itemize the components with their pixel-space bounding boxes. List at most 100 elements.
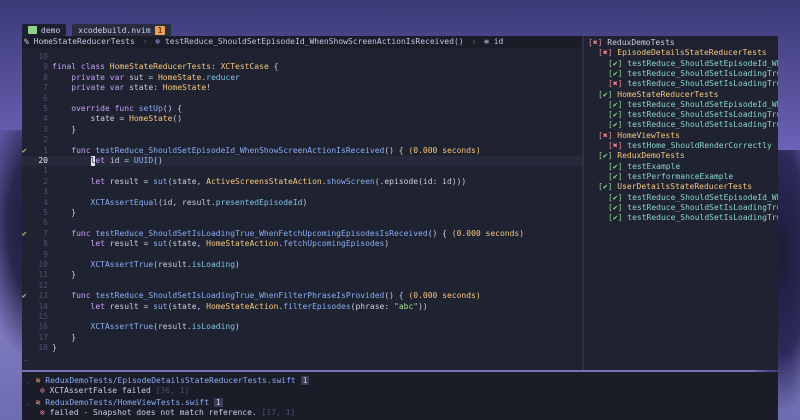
test-tree-item-test[interactable]: [✖] testHome_ShouldRenderCorrectly	[608, 141, 772, 151]
code-line[interactable]: 6	[22, 218, 582, 228]
code-line[interactable]: 9 final class HomeStateReducerTests: XCTe…	[22, 62, 582, 72]
test-tree-item-test[interactable]: [✔] testReduce_ShouldSetIsLoadingTrue_	[608, 110, 778, 120]
code-line[interactable]: 17 }	[22, 333, 582, 343]
code-line[interactable]: 6	[22, 94, 582, 104]
test-passed-icon: [✔]	[608, 202, 628, 212]
line-number: 15	[38, 312, 48, 321]
code-line[interactable]: 11 }	[22, 270, 582, 280]
chevron-down-icon[interactable]: ⌄	[26, 398, 36, 407]
code-line[interactable]: 10 XCTAssertTrue(result.isLoading)	[22, 260, 582, 270]
code-line[interactable]: ✔ 7 func testReduce_ShouldSetIsLoadingTru…	[22, 229, 582, 239]
line-number: 10	[38, 52, 48, 61]
breadcrumb-file[interactable]: HomeStateReducerTests	[34, 37, 135, 46]
code-line[interactable]: 5 }	[22, 208, 582, 218]
code-line[interactable]: 3	[22, 187, 582, 197]
code-token: (0.000 seconds)	[451, 228, 525, 238]
test-passed-icon: [✔]	[598, 151, 618, 161]
test-tree-item-class[interactable]: [✔] HomeStateReducerTests	[598, 90, 718, 100]
code-line[interactable]: 12	[22, 281, 582, 291]
test-passed-icon: [✔]	[608, 192, 628, 202]
test-tree-item-root[interactable]: [✖] ReduxDemoTests	[588, 38, 675, 48]
diagnostic-count-badge: 1	[213, 398, 223, 407]
diagnostic-file-row[interactable]: ⌄ ≋ ReduxDemoTests/HomeViewTests.swift 1	[26, 398, 223, 408]
test-tree-item-test[interactable]: [✔] testPerformanceExample	[608, 172, 733, 182]
code-token: showScreen	[326, 176, 375, 186]
code-line[interactable]: 20 let id = UUID()	[22, 156, 582, 166]
code-line[interactable]: 8 let result = sut(state, HomeStateActio…	[22, 239, 582, 249]
code-line[interactable]: 1	[22, 166, 582, 176]
code-token: XCTAssertEqual	[52, 197, 158, 207]
test-tree-item-test[interactable]: [✔] testReduce_ShouldSetEpisodeId_When	[608, 100, 778, 110]
code-line[interactable]: 10	[22, 52, 582, 62]
code-line[interactable]: 16 XCTAssertTrue(result.isLoading)	[22, 322, 582, 332]
code-line[interactable]: 9	[22, 250, 582, 260]
chevron-right-icon: ›	[142, 37, 148, 46]
test-passed-icon: [✔]	[608, 110, 628, 120]
error-icon: ⊗	[40, 408, 50, 417]
test-tree-item-test[interactable]: [✔] testReduce_ShouldSetIsLoadingTrue_	[608, 69, 778, 79]
line-number: 8	[43, 239, 48, 249]
diagnostic-message-row[interactable]: ⊗ XCTAssertFalse failed [36, 1]	[40, 386, 189, 396]
code-token: setUp	[138, 104, 163, 113]
code-line[interactable]: 4 state = HomeState()	[22, 114, 582, 124]
test-tree-item-test[interactable]: [✔] testReduce_ShouldSetIsLoadingTrue_	[608, 120, 778, 130]
code-token: UUID	[133, 156, 154, 165]
code-text: XCTAssertTrue(result.isLoading)	[52, 260, 240, 270]
test-tree-item-test[interactable]: [✔] testReduce_ShouldSetIsLoadingTrue_	[608, 213, 778, 223]
code-token: sut =	[129, 72, 158, 82]
tab-demo[interactable]: demo	[22, 24, 67, 36]
code-line[interactable]: 14 let result = sut(state, HomeStateActi…	[22, 302, 582, 312]
code-text: final class HomeStateReducerTests: XCTes…	[52, 62, 278, 72]
test-tree-label: ReduxDemoTests	[607, 38, 675, 47]
code-text: }	[52, 270, 76, 280]
test-tree-item-test[interactable]: [✖] testReduce_ShouldSetIsLoadingTrue_	[608, 79, 778, 89]
breadcrumb-symbol[interactable]: testReduce_ShouldSetEpisodeId_WhenShowSc…	[165, 37, 464, 46]
code-text: let id = UUID()	[52, 156, 163, 166]
diagnostic-file-row[interactable]: ⌄ ≋ ReduxDemoTests/EpisodeDetailsStateRe…	[26, 376, 310, 386]
code-line[interactable]: ✔ 1 func testReduce_ShouldSetEpisodeId_Wh…	[22, 146, 582, 156]
code-line[interactable]: 2 let result = sut(state, ActiveScreensS…	[22, 177, 582, 187]
code-line[interactable]: ✔ 13 func testReduce_ShouldSetIsLoadingTr…	[22, 291, 582, 301]
code-token: (.episode(id: id)))	[374, 176, 467, 186]
code-token: )	[235, 260, 240, 269]
test-tree-item-test[interactable]: [✔] testReduce_ShouldSetEpisodeId_When	[608, 59, 778, 69]
code-text: override func setUp() {	[52, 104, 182, 114]
test-tree-item-test[interactable]: [✔] testReduce_ShouldSetIsLoadingTrue_	[608, 203, 778, 213]
code-editor[interactable]: 10 9 final class HomeStateReducerTests: XC…	[22, 48, 582, 370]
code-token: (id, result.	[157, 197, 216, 207]
code-line[interactable]: 18}	[22, 343, 582, 353]
diagnostic-message-row[interactable]: ⊗ failed - Snapshot does not match refer…	[40, 408, 295, 418]
test-tree-item-test[interactable]: [✔] testExample	[608, 162, 680, 172]
diagnostic-message: XCTAssertFalse failed	[49, 386, 156, 395]
test-tree-item-class[interactable]: [✔] ReduxDemoTests	[598, 151, 685, 161]
code-token: (result.	[153, 260, 192, 269]
breadcrumb-var[interactable]: id	[494, 37, 504, 46]
code-text: private var state: HomeState!	[52, 83, 211, 93]
line-number: 2	[43, 135, 48, 145]
code-token: let	[52, 176, 110, 186]
code-line[interactable]: 15	[22, 312, 582, 322]
terminal-icon	[28, 26, 37, 34]
code-token: }	[52, 270, 77, 280]
code-token: override func	[52, 104, 139, 113]
code-line[interactable]: 2	[22, 135, 582, 145]
test-tree-item-class[interactable]: [✖] EpisodeDetailsStateReducerTests	[598, 48, 767, 58]
line-number: 6	[43, 93, 48, 103]
test-tree-item-test[interactable]: [✔] testReduce_ShouldSetEpisodeId_When	[608, 193, 778, 203]
test-tree-item-class[interactable]: [✔] UserDetailsStateReducerTests	[598, 182, 752, 192]
test-tree-item-class[interactable]: [✖] HomeViewTests	[598, 131, 680, 141]
code-text: }	[52, 333, 76, 343]
code-token: HomeState	[162, 83, 207, 93]
code-line[interactable]: 4 XCTAssertEqual(id, result.presentedEpi…	[22, 198, 582, 208]
line-number: 7	[43, 228, 48, 238]
tab-xcodebuild[interactable]: xcodebuild.nvim 1	[72, 24, 172, 36]
chevron-down-icon[interactable]: ⌄	[26, 376, 36, 385]
code-line[interactable]: 8 private var sut = HomeState.reducer	[22, 73, 582, 83]
code-line[interactable]: 3 }	[22, 125, 582, 135]
empty-line-marker: ~	[24, 355, 29, 365]
test-tree-label: testHome_ShouldRenderCorrectly	[627, 141, 772, 150]
code-line[interactable]: 5 override func setUp() {	[22, 104, 582, 114]
code-line[interactable]: 7 private var state: HomeState!	[22, 83, 582, 93]
test-tree-label: EpisodeDetailsStateReducerTests	[617, 48, 767, 58]
line-number: 18	[38, 343, 48, 353]
